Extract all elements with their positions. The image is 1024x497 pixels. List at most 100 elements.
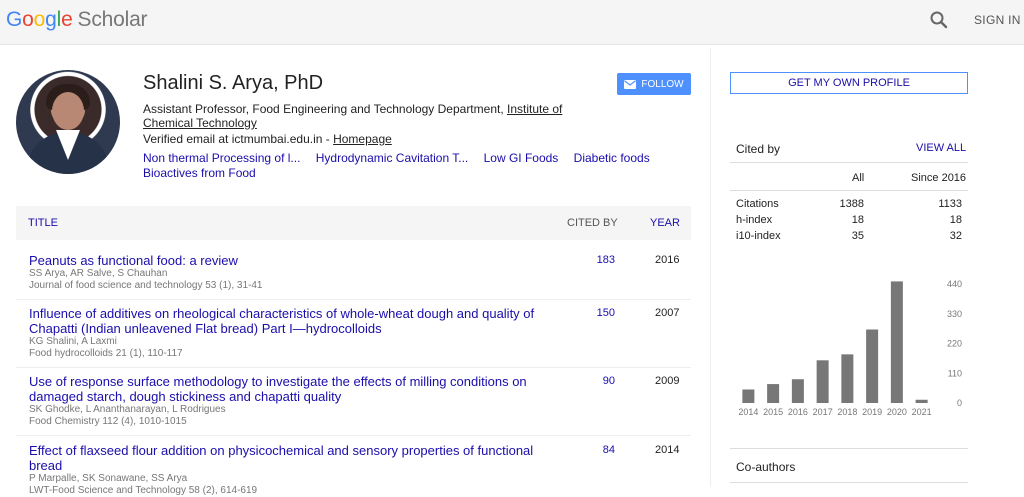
y-tick-label: 220: [947, 339, 962, 349]
citation-bar-2020[interactable]: [890, 281, 903, 403]
stats-row: Citations 1388 1133: [730, 198, 968, 214]
citation-bar-2018[interactable]: [841, 354, 854, 403]
stats-header-all: All: [852, 172, 865, 184]
stats-value-all: 1388: [839, 198, 864, 210]
interest-link[interactable]: Bioactives from Food: [143, 166, 256, 180]
stats-label: h-index: [736, 214, 773, 226]
stats-value-since: 18: [949, 214, 962, 226]
coauthors-divider: [730, 482, 968, 483]
top-bar: Google Scholar SIGN IN: [0, 0, 1024, 45]
table-row: Influence of additives on rheological ch…: [29, 306, 691, 360]
x-tick-label: 2019: [862, 407, 882, 417]
x-tick-label: 2017: [813, 407, 833, 417]
citation-bar-2017[interactable]: [816, 360, 829, 403]
article-authors: KG Shalini, A Laxmi: [29, 336, 117, 347]
y-tick-label: 440: [947, 279, 962, 289]
profile-affiliation: Assistant Professor, Food Engineering an…: [143, 102, 583, 130]
row-divider: [16, 367, 691, 368]
logo-scholar-text: Scholar: [77, 8, 148, 31]
stats-value-all: 35: [851, 230, 864, 242]
profile-name: Shalini S. Arya, PhD: [143, 72, 324, 94]
article-venue: Food Chemistry 112 (4), 1010-1015: [29, 416, 187, 427]
y-tick-label: 330: [947, 309, 962, 319]
verified-email: Verified email at ictmumbai.edu.in - Hom…: [143, 132, 392, 146]
stats-row: h-index 18 18: [730, 214, 968, 230]
x-tick-label: 2021: [912, 407, 932, 417]
sort-by-title[interactable]: TITLE: [28, 217, 58, 229]
cited-by-count-link[interactable]: 150: [589, 307, 615, 319]
cited-by-count-link[interactable]: 84: [589, 444, 615, 456]
table-row: Use of response surface methodology to i…: [29, 374, 691, 428]
stats-header-since: Since 2016: [911, 172, 967, 184]
interest-link[interactable]: Diabetic foods: [574, 151, 650, 165]
article-venue: Food hydrocolloids 21 (1), 110-117: [29, 348, 183, 359]
affiliation-text: Assistant Professor, Food Engineering an…: [143, 102, 507, 116]
article-authors: SK Ghodke, L Ananthanarayan, L Rodrigues: [29, 404, 226, 415]
x-tick-label: 2018: [837, 407, 857, 417]
mail-icon: [624, 79, 637, 89]
articles-table-header: TITLE CITED BY YEAR: [16, 206, 691, 240]
stats-value-since: 32: [949, 230, 962, 242]
article-authors: P Marpalle, SK Sonawane, SS Arya: [29, 473, 188, 484]
cited-by-count-link[interactable]: 183: [589, 254, 615, 266]
logo-letter: e: [61, 8, 73, 31]
table-row: Peanuts as functional food: a review SS …: [29, 253, 691, 292]
row-divider: [16, 299, 691, 300]
citations-bar-chart: 2014 2015 2016 2017 2018 2019 2020 2021 0 110 220 3…: [738, 279, 962, 417]
article-authors: SS Arya, AR Salve, S Chauhan: [29, 268, 168, 279]
citation-bar-2014[interactable]: [742, 389, 755, 403]
stats-header-divider: [730, 190, 968, 191]
article-title-link[interactable]: Peanuts as functional food: a review: [29, 253, 549, 268]
citation-bar-2015[interactable]: [767, 384, 780, 403]
cited-by-title: Cited by: [736, 142, 781, 156]
article-title-link[interactable]: Use of response surface methodology to i…: [29, 374, 549, 404]
logo-letter: o: [33, 8, 46, 31]
article-year: 2016: [655, 254, 680, 266]
citation-bar-2016[interactable]: [791, 379, 804, 403]
stats-value-all: 18: [851, 214, 864, 226]
x-tick-label: 2014: [738, 407, 758, 417]
logo-letter: G: [6, 8, 23, 31]
homepage-link[interactable]: Homepage: [333, 132, 392, 146]
follow-button[interactable]: FOLLOW: [617, 73, 691, 95]
sort-by-year[interactable]: YEAR: [650, 217, 680, 229]
row-divider: [16, 435, 691, 436]
sign-in-button[interactable]: SIGN IN: [974, 13, 1021, 27]
y-tick-label: 0: [957, 398, 962, 408]
coauthors-title: Co-authors: [736, 460, 796, 474]
search-icon[interactable]: [929, 10, 949, 30]
article-year: 2014: [655, 444, 680, 456]
stats-value-since: 1133: [938, 198, 962, 210]
interest-link[interactable]: Non thermal Processing of l...: [143, 151, 300, 165]
logo-letter: g: [45, 8, 57, 31]
table-row: Effect of flaxseed flour addition on phy…: [29, 443, 691, 497]
article-venue: Journal of food science and technology 5…: [29, 280, 263, 291]
cited-by-divider: [730, 162, 968, 163]
stats-label: i10-index: [736, 230, 781, 242]
sidebar-divider: [710, 48, 711, 487]
x-tick-label: 2015: [763, 407, 783, 417]
interest-link[interactable]: Hydrodynamic Cavitation T...: [316, 151, 469, 165]
x-tick-label: 2020: [887, 407, 907, 417]
avatar: [16, 70, 120, 174]
google-scholar-logo[interactable]: Google Scholar: [6, 8, 148, 32]
y-tick-label: 110: [948, 368, 962, 378]
research-interests: Non thermal Processing of l... Hydrodyna…: [143, 151, 673, 181]
x-tick-label: 2016: [788, 407, 808, 417]
article-year: 2007: [655, 307, 680, 319]
coauthors-top-divider: [730, 448, 968, 449]
cited-by-column-header[interactable]: CITED BY: [567, 217, 618, 229]
cited-by-count-link[interactable]: 90: [589, 375, 615, 387]
get-my-own-profile-button[interactable]: GET MY OWN PROFILE: [730, 72, 968, 94]
follow-label: FOLLOW: [641, 78, 684, 90]
article-year: 2009: [655, 375, 680, 387]
citation-bar-2021[interactable]: [915, 399, 928, 403]
article-title-link[interactable]: Effect of flaxseed flour addition on phy…: [29, 443, 549, 473]
article-title-link[interactable]: Influence of additives on rheological ch…: [29, 306, 549, 336]
logo-letter: o: [22, 8, 34, 31]
citation-bar-2019[interactable]: [866, 329, 879, 403]
stats-label: Citations: [736, 198, 779, 210]
verified-email-text: Verified email at ictmumbai.edu.in -: [143, 132, 334, 146]
view-all-link[interactable]: VIEW ALL: [916, 142, 966, 154]
interest-link[interactable]: Low GI Foods: [484, 151, 559, 165]
